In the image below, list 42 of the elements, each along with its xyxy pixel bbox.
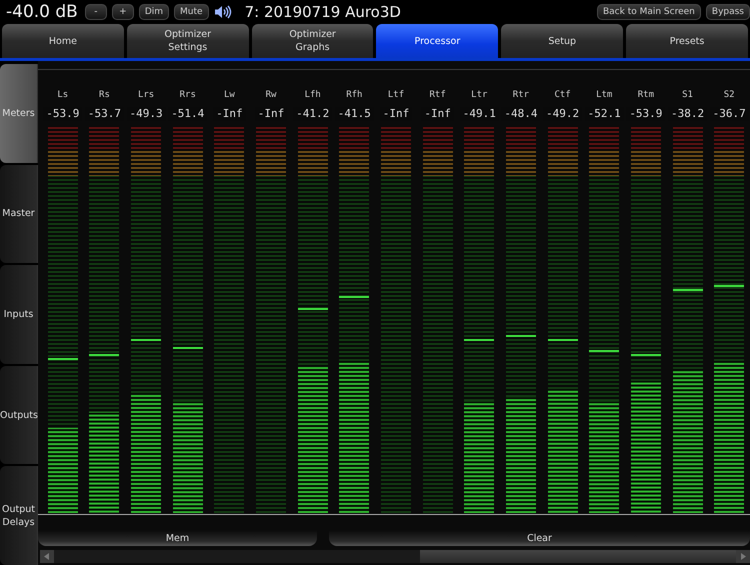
header-button[interactable]: Dim: [138, 4, 170, 20]
nav-tab[interactable]: Optimizer Graphs: [252, 24, 374, 58]
header-button[interactable]: -: [84, 4, 107, 20]
header-button[interactable]: Mute: [174, 4, 209, 20]
channel-label: Rfh: [346, 89, 362, 101]
nav-tab[interactable]: Optimizer Settings: [126, 24, 249, 58]
channel-label: Rw: [266, 89, 276, 101]
side-tab[interactable]: Meters: [0, 64, 38, 163]
channel-label: Ltr: [471, 89, 488, 101]
side-tab[interactable]: Master: [0, 164, 38, 264]
preset-title: 7: 20190719 Auro3D: [244, 3, 401, 21]
channel-label: Rrs: [180, 89, 196, 101]
scroll-right-icon[interactable]: [736, 550, 750, 563]
side-tab[interactable]: Outputs: [0, 366, 38, 464]
channel-label: Lrs: [138, 89, 154, 101]
action-button[interactable]: Clear: [329, 530, 750, 546]
channel-label: Lfh: [304, 89, 321, 101]
volume-readout: -40.0 dB: [6, 2, 78, 22]
speaker-icon: [214, 5, 232, 19]
channel-label: S2: [724, 89, 735, 101]
channel-label: Ltf: [388, 89, 404, 101]
header-button[interactable]: Bypass: [706, 4, 750, 20]
nav-tab[interactable]: Home: [2, 24, 124, 58]
channel-label: Rtm: [638, 89, 654, 101]
channel-label: Lw: [224, 89, 235, 101]
header-button[interactable]: Back to Main Screen: [596, 4, 701, 20]
nav-tab[interactable]: Presets: [626, 24, 748, 58]
horizontal-scrollbar[interactable]: [40, 550, 750, 563]
header-button[interactable]: +: [112, 4, 134, 20]
nav-tab[interactable]: Processor: [376, 24, 498, 58]
channel-label: Rs: [99, 89, 110, 101]
channel-label: Ltm: [596, 89, 612, 101]
side-tab[interactable]: Inputs: [0, 265, 38, 364]
action-button[interactable]: Mem: [38, 530, 317, 546]
channel-label: Ctf: [554, 89, 571, 101]
channel-label: Rtf: [430, 89, 446, 101]
channel-label: Ls: [57, 89, 68, 101]
side-tab[interactable]: Output Delays: [0, 466, 38, 565]
channel-label: S1: [682, 89, 693, 101]
channel-label: Rtr: [512, 89, 530, 101]
nav-tab[interactable]: Setup: [501, 24, 624, 58]
scroll-left-icon[interactable]: [40, 550, 54, 563]
